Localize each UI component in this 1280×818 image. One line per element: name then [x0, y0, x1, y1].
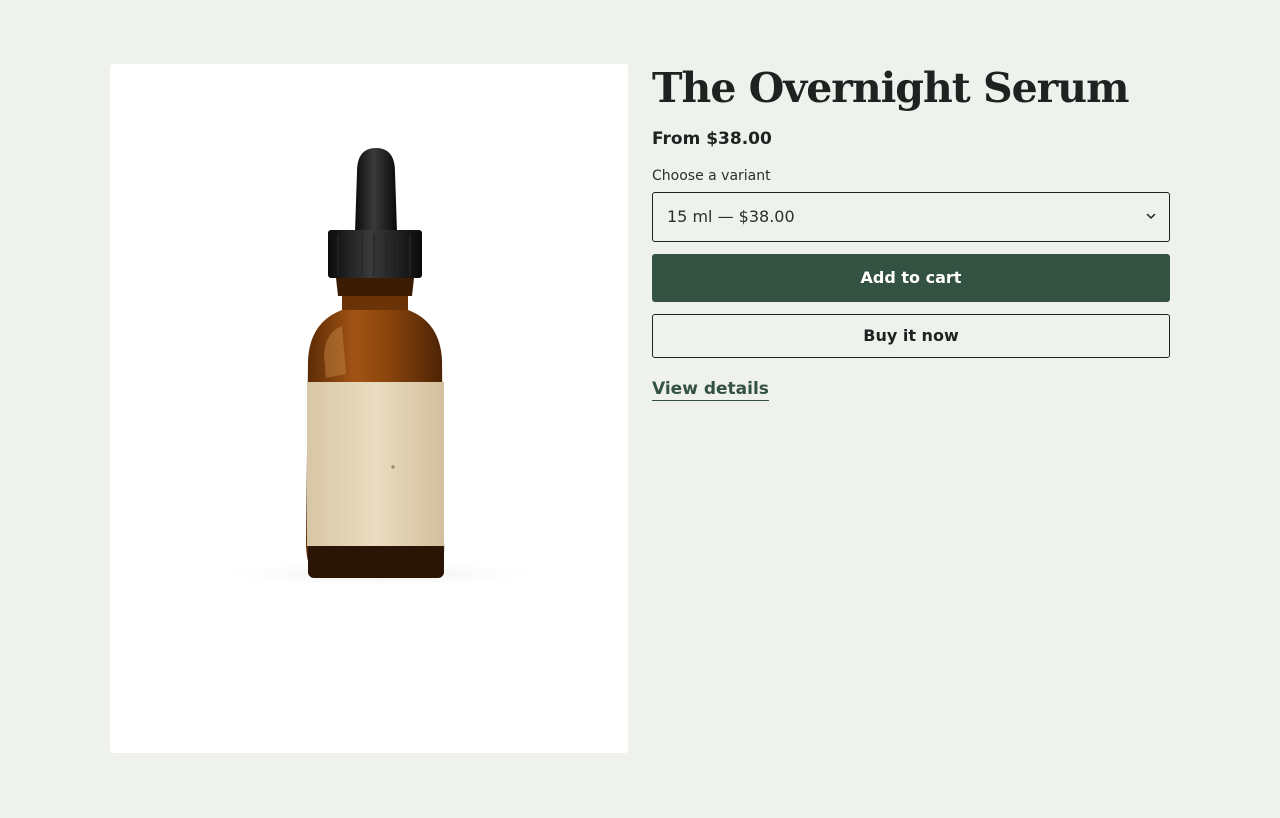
variant-select[interactable]: 15 ml — $38.00 — [652, 192, 1170, 242]
buy-it-now-button[interactable]: Buy it now — [652, 314, 1170, 358]
chevron-down-icon — [1146, 213, 1156, 219]
product-image[interactable] — [110, 64, 628, 753]
product-page: The Overnight Serum From $38.00 Choose a… — [0, 0, 1280, 818]
product-price: From $38.00 — [652, 129, 772, 149]
variant-label: Choose a variant — [652, 168, 771, 184]
product-info: The Overnight Serum From $38.00 Choose a… — [652, 60, 1170, 401]
add-to-cart-button[interactable]: Add to cart — [652, 254, 1170, 302]
dropper-bottle-image — [210, 148, 550, 588]
view-details-link[interactable]: View details — [652, 378, 769, 401]
product-title: The Overnight Serum — [652, 64, 1129, 112]
variant-selected-value: 15 ml — $38.00 — [667, 207, 795, 226]
